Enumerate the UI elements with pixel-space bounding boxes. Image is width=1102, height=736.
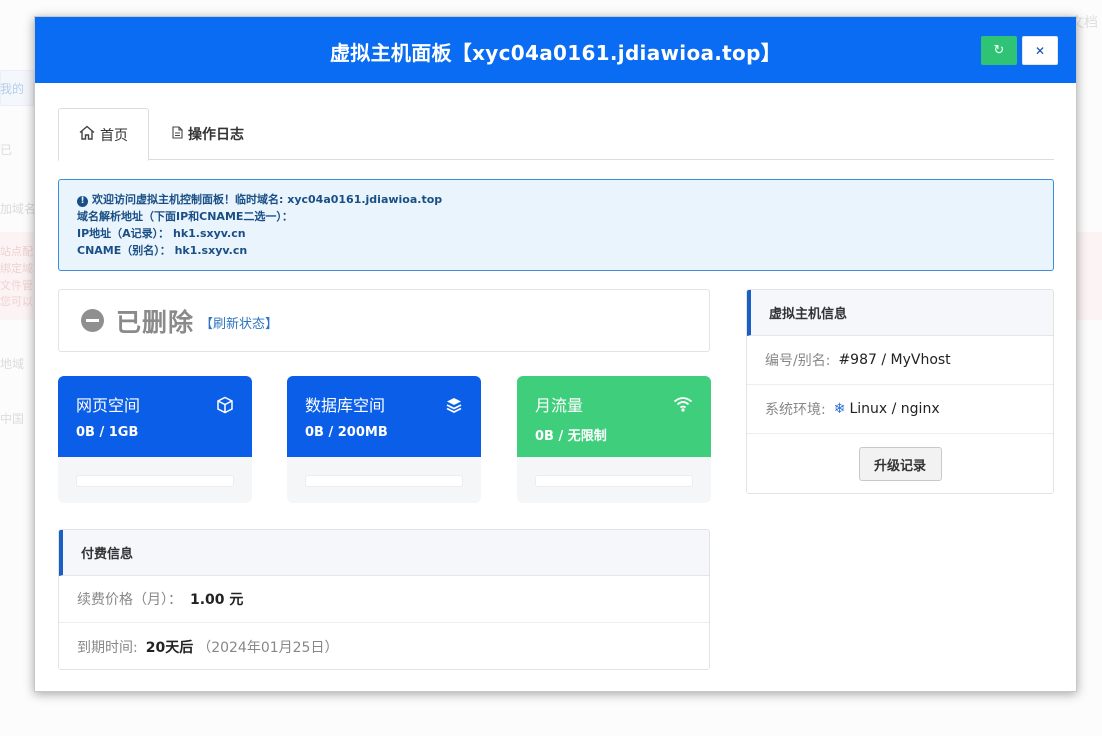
renew-price-value: 1.00 元 [190,592,244,608]
refresh-icon: ↻ [993,43,1005,58]
upgrade-row: 升级记录 [747,434,1053,493]
modal-header: 虚拟主机面板【xyc04a0161.jdiawioa.top】 ↻ ✕ [35,17,1076,83]
tab-operation-log[interactable]: 操作日志 [172,108,244,160]
home-icon [79,125,95,144]
card-label: 网页空间 [76,396,141,415]
renew-price-label: 续费价格（月）： [77,592,182,608]
usage-bar [305,475,463,487]
refresh-button[interactable]: ↻ [981,36,1017,65]
id-alias-value: #987 / MyVhost [838,352,951,368]
notice-line: CNAME（别名）： hk1.sxyv.cn [77,244,248,257]
tab-label: 首页 [100,127,128,144]
expire-date: （2024年01月25日） [197,639,339,656]
card-label: 月流量 [535,396,584,415]
web-space-card: 网页空间 0B / 1GB [58,376,252,503]
notice-line: 欢迎访问虚拟主机控制面板！临时域名: xyc04a0161.jdiawioa.t… [92,193,443,206]
linux-icon: ❄ [833,401,846,417]
system-env-label: 系统环境: [765,402,826,418]
usage-bar [76,475,234,487]
status-text: 已删除 [116,307,195,337]
close-icon: ✕ [1034,43,1046,58]
system-env-value-wrap: ❄ Linux / nginx [834,401,940,417]
card-value: 0B / 1GB [76,425,139,440]
document-icon [172,125,183,143]
vhost-panel-modal: 虚拟主机面板【xyc04a0161.jdiawioa.top】 ↻ ✕ 首页 操… [34,16,1077,692]
status-panel: 已删除 【刷新状态】 [58,289,710,352]
tab-bar: 首页 操作日志 [58,108,1054,161]
renew-price-row: 续费价格（月）： 1.00 元 [59,576,709,623]
info-icon: ! [77,196,88,207]
card-value: 0B / 200MB [305,425,388,440]
panel-title: 虚拟主机信息 [747,290,1053,336]
card-value: 0B / 无限制 [535,429,607,444]
modal-title: 虚拟主机面板【xyc04a0161.jdiawioa.top】 [330,41,781,65]
tab-home[interactable]: 首页 [58,108,149,161]
welcome-notice: ! 欢迎访问虚拟主机控制面板！临时域名: xyc04a0161.jdiawioa.… [58,179,1054,271]
system-env-value: Linux / nginx [849,401,940,417]
id-alias-label: 编号/别名: [765,353,831,369]
payment-info-panel: 付费信息 续费价格（月）： 1.00 元 到期时间: 20天后 （2024年01… [58,529,710,670]
expire-time-label: 到期时间: [77,639,138,656]
panel-title: 付费信息 [59,530,709,576]
layers-icon [445,396,463,418]
close-button[interactable]: ✕ [1022,36,1058,65]
tab-label: 操作日志 [188,127,244,143]
vhost-info-panel: 虚拟主机信息 编号/别名: #987 / MyVhost 系统环境: ❄ Linu… [746,289,1054,494]
database-space-card: 数据库空间 0B / 200MB [287,376,481,503]
expire-time-value: 20天后 [145,639,194,656]
notice-line: IP地址（A记录）： hk1.sxyv.cn [77,227,246,240]
monthly-traffic-card: 月流量 0B / 无限制 [517,376,711,503]
upgrade-history-button[interactable]: 升级记录 [858,447,942,481]
system-env-row: 系统环境: ❄ Linux / nginx [747,385,1053,434]
usage-bar [535,475,693,487]
card-label: 数据库空间 [305,396,386,415]
cube-icon [216,396,234,418]
minus-circle-icon [81,309,104,332]
expire-time-row: 到期时间: 20天后 （2024年01月25日） [59,623,709,669]
notice-line: 域名解析地址（下面IP和CNAME二选一）： [77,210,293,223]
wifi-icon [673,396,693,416]
id-alias-row: 编号/别名: #987 / MyVhost [747,336,1053,385]
refresh-status-link[interactable]: 【刷新状态】 [200,313,278,332]
